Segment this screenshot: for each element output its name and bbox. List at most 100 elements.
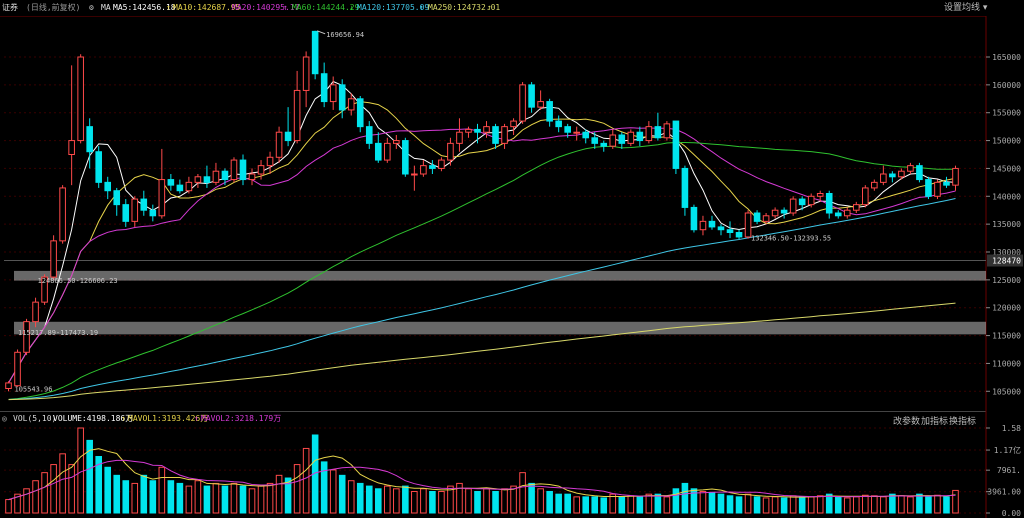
volume-bar bbox=[618, 496, 626, 514]
candle-body bbox=[365, 126, 373, 144]
candle-body bbox=[798, 198, 806, 206]
volume-bar bbox=[537, 488, 544, 514]
volume-bar bbox=[528, 482, 535, 514]
candle-body bbox=[681, 167, 689, 208]
volume-bar bbox=[438, 490, 445, 514]
volume-bar bbox=[239, 485, 247, 514]
volume-tick-label: 3961.00 bbox=[987, 488, 1021, 497]
candle-body bbox=[158, 179, 166, 217]
candle-body bbox=[320, 73, 328, 103]
volume-tick-label: 0.00 bbox=[1002, 509, 1021, 518]
candle-body bbox=[302, 56, 310, 91]
candle-body bbox=[411, 173, 418, 176]
volume-bar bbox=[807, 496, 815, 514]
candle-body bbox=[925, 179, 932, 197]
price-tick-label: 110000 bbox=[992, 359, 1021, 368]
price-chart[interactable]: 165000 160000 155000 150000 145000 140000 1350… bbox=[0, 0, 1024, 518]
volume-bar bbox=[564, 493, 571, 514]
candle-body bbox=[393, 140, 400, 144]
candle-body bbox=[880, 173, 887, 183]
volume-bar bbox=[384, 485, 391, 514]
price-tick-label: 145000 bbox=[992, 164, 1021, 173]
candle-body bbox=[311, 30, 319, 75]
candle-body bbox=[176, 184, 184, 192]
volume-bar bbox=[393, 488, 400, 514]
price-tick-label: 135000 bbox=[992, 220, 1021, 229]
candle-body bbox=[807, 195, 815, 206]
volume-bar bbox=[32, 480, 39, 514]
volume-bar bbox=[519, 472, 526, 514]
volume-bar bbox=[573, 496, 580, 514]
volume-bar bbox=[347, 480, 355, 514]
candle-body bbox=[5, 382, 12, 389]
candle-body bbox=[347, 98, 355, 111]
candle-body bbox=[699, 220, 707, 231]
candle-body bbox=[293, 89, 301, 142]
volume-bar bbox=[546, 490, 553, 514]
price-tick-label: 105000 bbox=[992, 387, 1021, 396]
candle-body bbox=[465, 128, 472, 133]
candle-body bbox=[708, 220, 716, 228]
candle-body bbox=[420, 165, 427, 175]
candle-body bbox=[862, 187, 869, 206]
candle-body bbox=[916, 165, 923, 181]
candle-body bbox=[744, 212, 752, 238]
volume-bar bbox=[862, 494, 869, 514]
candle-body bbox=[771, 209, 779, 217]
volume-bar bbox=[5, 499, 12, 514]
candle-body bbox=[275, 131, 283, 158]
candle-body bbox=[600, 142, 608, 147]
volume-bar bbox=[753, 496, 761, 514]
candle-body bbox=[871, 181, 878, 189]
candle-body bbox=[212, 170, 220, 183]
candle-body bbox=[690, 206, 698, 231]
ma20-line bbox=[8, 127, 956, 384]
ma5-line bbox=[8, 80, 956, 384]
volume-bar bbox=[402, 485, 409, 514]
volume-bar bbox=[834, 496, 842, 514]
candle-body bbox=[735, 232, 743, 238]
volume-bar bbox=[420, 488, 427, 514]
volume-bar bbox=[717, 493, 725, 514]
candle-body bbox=[780, 209, 788, 214]
candle-body bbox=[645, 126, 653, 142]
volume-bar bbox=[816, 495, 824, 514]
volume-bar bbox=[654, 493, 662, 514]
candle-body bbox=[266, 156, 274, 167]
volume-bar bbox=[411, 490, 418, 514]
price-tick-label: 165000 bbox=[992, 53, 1021, 62]
candle-body bbox=[510, 120, 517, 128]
volume-bar bbox=[798, 496, 806, 514]
volume-bar bbox=[23, 488, 30, 514]
candle-body bbox=[501, 126, 508, 144]
volume-bar bbox=[329, 469, 337, 514]
volume-tick-label: 7961. bbox=[997, 466, 1021, 475]
volume-bar bbox=[320, 461, 328, 514]
candle-body bbox=[852, 204, 860, 211]
candle-body bbox=[384, 142, 391, 161]
volume-bar bbox=[600, 497, 608, 514]
candle-body bbox=[762, 215, 770, 222]
candle-body bbox=[952, 167, 959, 186]
low-start-annotation: 105543.96 bbox=[15, 385, 53, 393]
candle-body bbox=[221, 170, 229, 181]
volume-bar bbox=[492, 490, 499, 514]
volume-bar bbox=[140, 474, 148, 514]
price-tick-label: 160000 bbox=[992, 81, 1021, 90]
candle-body bbox=[834, 212, 842, 217]
candle-body bbox=[636, 131, 644, 142]
volume-bar bbox=[77, 427, 84, 514]
candle-body bbox=[934, 181, 941, 197]
candle-body bbox=[329, 84, 337, 103]
candle-body bbox=[483, 126, 490, 133]
candle-body bbox=[943, 181, 950, 186]
volume-bar bbox=[880, 496, 887, 514]
candle-body bbox=[456, 131, 463, 144]
volume-bar bbox=[266, 482, 274, 514]
candle-body bbox=[203, 176, 211, 183]
volume-bar bbox=[68, 464, 75, 514]
volume-bar bbox=[167, 480, 175, 514]
candle-body bbox=[825, 193, 833, 214]
volume-bar bbox=[203, 485, 211, 514]
candle-body bbox=[95, 151, 102, 183]
